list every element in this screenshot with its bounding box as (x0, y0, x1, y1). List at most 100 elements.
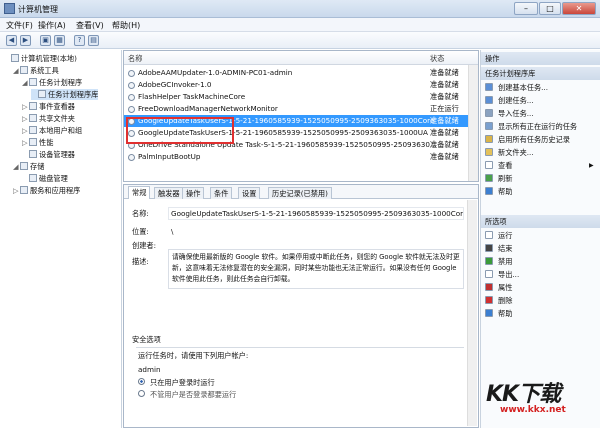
tree-item[interactable]: ▷ 事件查看器 (22, 101, 75, 112)
toolbar: ◀ ▶ ▣ ▦ ? ▤ (0, 32, 600, 49)
tree-item[interactable]: ▷ 性能 (22, 137, 53, 148)
action-stop[interactable]: 结束 (485, 243, 512, 254)
run-as-user: admin (138, 365, 161, 374)
tree-item[interactable]: ▷ 共享文件夹 (22, 113, 75, 124)
properties-icon (485, 283, 493, 291)
task-status: 准备就绪 (430, 116, 459, 125)
action-create-task[interactable]: 创建任务... (485, 95, 534, 106)
create-basic-task-icon (485, 83, 493, 91)
action-history[interactable]: 启用所有任务历史记录 (485, 134, 570, 145)
maximize-button[interactable]: □ (539, 2, 561, 15)
tools-icon (20, 66, 28, 74)
task-row[interactable]: AdobeGCInvoker-1.0 准备就绪 (124, 79, 470, 91)
task-row[interactable]: PalmInputBootUp 准备就绪 (124, 151, 470, 163)
tree-item[interactable]: 任务计划程序库 (31, 89, 99, 100)
divider (136, 347, 464, 348)
action-label: 帮助 (498, 187, 513, 196)
task-icon (128, 106, 135, 113)
task-icon (128, 70, 135, 77)
action-refresh[interactable]: 刷新 (485, 173, 512, 184)
task-row[interactable]: FlashHelper TaskMachineCore 准备就绪 (124, 91, 470, 103)
tab-5[interactable]: 历史记录(已禁用) (268, 187, 332, 199)
tree-item-label: 本地用户和组 (39, 126, 83, 135)
action-export[interactable]: 导出... (485, 269, 519, 280)
description-field[interactable]: 请确保使用最新版的 Google 软件。如果停用或中断此任务，则您的 Googl… (168, 249, 464, 289)
action-properties[interactable]: 属性 (485, 282, 512, 293)
expand-toggle-icon[interactable]: ▷ (22, 137, 29, 148)
action-run[interactable]: 运行 (485, 230, 512, 241)
action-label: 属性 (498, 283, 513, 292)
expand-toggle-icon[interactable]: ▷ (22, 113, 29, 124)
site-watermark: KK下载 www.kkx.net (486, 372, 590, 420)
folder-icon[interactable]: ▣ (40, 35, 51, 46)
action-new-folder[interactable]: 新文件夹... (485, 147, 534, 158)
tab-1[interactable]: 触发器 (154, 187, 184, 199)
minimize-button[interactable]: – (514, 2, 538, 15)
panel-icon[interactable]: ▤ (88, 35, 99, 46)
tree-item[interactable]: 设备管理器 (22, 149, 75, 160)
tree-item[interactable]: ▷ 服务和应用程序 (13, 185, 80, 196)
forward-icon[interactable]: ▶ (20, 35, 31, 46)
detail-scrollbar[interactable] (467, 200, 477, 426)
action-label: 帮助 (498, 309, 513, 318)
expand-toggle-icon[interactable]: ◢ (22, 77, 29, 88)
tree-item[interactable]: ▷ 本地用户和组 (22, 125, 82, 136)
tree-item[interactable]: ◢ 系统工具 (13, 65, 59, 76)
menu-action[interactable]: 操作(A) (38, 20, 66, 31)
tab-0[interactable]: 常规 (128, 186, 151, 199)
list-scrollbar[interactable] (468, 65, 478, 181)
action-label: 运行 (498, 231, 513, 240)
tab-3[interactable]: 条件 (210, 187, 233, 199)
action-view[interactable]: 查看 ▶ (485, 160, 594, 171)
create-task-icon (485, 96, 493, 104)
grid-icon[interactable]: ▦ (54, 35, 65, 46)
computer-icon (11, 54, 19, 62)
action-help[interactable]: 帮助 (485, 186, 512, 197)
tree-item[interactable]: 磁盘管理 (22, 173, 68, 184)
back-icon[interactable]: ◀ (6, 35, 17, 46)
tab-4[interactable]: 设置 (238, 187, 261, 199)
name-label: 名称: (132, 209, 149, 218)
submenu-arrow-icon: ▶ (589, 162, 594, 169)
menu-file[interactable]: 文件(F) (6, 20, 33, 31)
action-delete[interactable]: 删除 (485, 295, 512, 306)
disable-icon (485, 257, 493, 265)
menu-help[interactable]: 帮助(H) (112, 20, 140, 31)
radio-logged-on[interactable] (138, 378, 145, 385)
action-label: 禁用 (498, 257, 513, 266)
column-name[interactable]: 名称 (128, 54, 142, 64)
task-status: 准备就绪 (430, 68, 459, 77)
event-icon (29, 102, 37, 110)
column-status[interactable]: 状态 (430, 54, 444, 64)
task-row[interactable]: FreeDownloadManagerNetworkMonitor 正在运行 (124, 103, 470, 115)
close-button[interactable]: ✕ (562, 2, 596, 15)
task-name: FlashHelper TaskMachineCore (138, 92, 246, 101)
action-create-basic-task[interactable]: 创建基本任务... (485, 82, 548, 93)
action-help[interactable]: 帮助 (485, 308, 512, 319)
tab-2[interactable]: 操作 (182, 187, 205, 199)
tree-item-label: 共享文件夹 (39, 114, 75, 123)
radio-logged-on-label: 只在用户登录时运行 (150, 378, 215, 387)
performance-icon (29, 138, 37, 146)
expand-toggle-icon[interactable]: ▷ (22, 125, 29, 136)
menu-view[interactable]: 查看(V) (76, 20, 104, 31)
expand-toggle-icon[interactable]: ◢ (13, 161, 20, 172)
task-list: 名称 状态 AdobeAAMUpdater-1.0-ADMIN-PC01-adm… (123, 50, 479, 182)
tree-item[interactable]: ◢ 任务计划程序 (22, 77, 82, 88)
stop-icon (485, 244, 493, 252)
task-row[interactable]: AdobeAAMUpdater-1.0-ADMIN-PC01-admin 准备就绪 (124, 67, 470, 79)
action-import[interactable]: 导入任务... (485, 108, 534, 119)
action-disable[interactable]: 禁用 (485, 256, 512, 267)
action-label: 结束 (498, 244, 513, 253)
action-running-tasks[interactable]: 显示所有正在运行的任务 (485, 121, 577, 132)
help-icon[interactable]: ? (74, 35, 85, 46)
name-field[interactable]: GoogleUpdateTaskUserS-1-5-21-1960585939-… (168, 207, 464, 220)
clock-icon (29, 78, 37, 86)
expand-toggle-icon[interactable]: ◢ (13, 65, 20, 76)
expand-toggle-icon[interactable]: ▷ (13, 185, 20, 196)
radio-whether-logged-on[interactable] (138, 390, 145, 397)
tree-item[interactable]: ◢ 存储 (13, 161, 44, 172)
expand-toggle-icon[interactable]: ▷ (22, 101, 29, 112)
action-label: 显示所有正在运行的任务 (498, 122, 578, 131)
tree-item[interactable]: 计算机管理(本地) (4, 53, 77, 64)
